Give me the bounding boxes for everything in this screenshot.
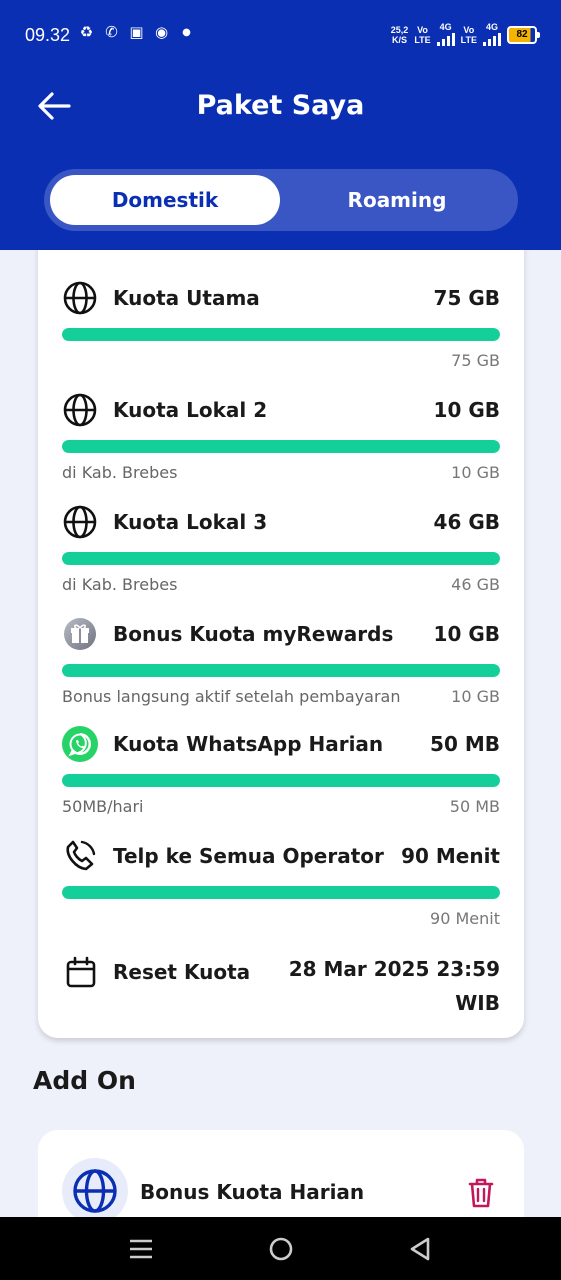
addon-section-title: Add On bbox=[33, 1066, 136, 1095]
status-time: 09.32 bbox=[25, 25, 71, 45]
net-speed-unit: K/S bbox=[392, 35, 408, 45]
quota-remaining: 10 GB bbox=[451, 463, 500, 482]
phone-icon bbox=[66, 840, 96, 871]
sim1-lte: LTE bbox=[414, 35, 431, 45]
quota-subtitle: 50MB/hari bbox=[62, 797, 144, 816]
sim2-signal: 4G bbox=[483, 22, 501, 48]
quota-remaining: 90 Menit bbox=[430, 909, 500, 928]
app-header: 09.32 ♻ ✆ ▣ ◉ ● 25,2 K/S Vo LTE 4G Vo LT… bbox=[0, 0, 561, 250]
quota-name: Kuota Lokal 2 bbox=[113, 398, 268, 422]
quota-name: Telp ke Semua Operator bbox=[113, 844, 384, 868]
quota-remaining: 75 GB bbox=[451, 351, 500, 370]
media-icon: ◉ bbox=[154, 23, 169, 41]
quota-subtitle: Bonus langsung aktif setelah pembayaran bbox=[62, 687, 401, 706]
quota-amount: 46 GB bbox=[433, 510, 500, 534]
net-speed: 25,2 K/S bbox=[391, 25, 409, 45]
trash-icon[interactable] bbox=[466, 1176, 496, 1208]
calendar-icon bbox=[66, 956, 96, 988]
sim1-gen: 4G bbox=[439, 22, 452, 32]
sim2-lte: LTE bbox=[460, 35, 477, 45]
system-nav-bar bbox=[0, 1217, 561, 1280]
signal-icon bbox=[483, 32, 501, 46]
tab-bar: Domestik Roaming bbox=[44, 169, 518, 231]
tab-domestik[interactable]: Domestik bbox=[50, 175, 280, 225]
signal-icon bbox=[436, 32, 455, 46]
quota-subtitle: di Kab. Brebes bbox=[62, 463, 178, 482]
globe-icon bbox=[63, 281, 97, 315]
quota-name: Kuota Utama bbox=[113, 286, 260, 310]
gift-icon bbox=[64, 618, 96, 650]
notification-icons: ♻ ✆ ▣ ◉ ● bbox=[78, 24, 195, 41]
sim1-volte: Vo LTE bbox=[414, 25, 430, 45]
quota-name: Bonus Kuota myRewards bbox=[113, 622, 394, 646]
globe-icon bbox=[73, 1169, 117, 1213]
quota-name: Kuota WhatsApp Harian bbox=[113, 732, 384, 756]
quota-remaining: 46 GB bbox=[451, 575, 500, 594]
quota-remaining: 50 MB bbox=[449, 797, 500, 816]
home-icon[interactable] bbox=[267, 1235, 295, 1263]
quota-amount: 75 GB bbox=[433, 286, 500, 310]
reset-label: Reset Kuota bbox=[113, 960, 251, 984]
sync-icon: ♻ bbox=[79, 23, 94, 41]
quota-remaining: 10 GB bbox=[451, 687, 500, 706]
sim2-volte: Vo LTE bbox=[461, 25, 477, 45]
whatsapp-icon bbox=[62, 726, 98, 762]
dot-icon: ● bbox=[182, 27, 191, 38]
globe-icon bbox=[63, 505, 97, 539]
sim1-signal: 4G bbox=[436, 22, 455, 48]
reset-date: 28 Mar 2025 23:59 WIB bbox=[288, 957, 500, 1015]
quota-progress-bar bbox=[62, 440, 500, 453]
reset-quota-row: Reset Kuota 28 Mar 2025 23:59 WIB bbox=[62, 952, 500, 1022]
quota-amount: 10 GB bbox=[433, 398, 500, 422]
whatsapp-notif-icon: ✆ bbox=[105, 23, 118, 41]
tab-roaming[interactable]: Roaming bbox=[282, 175, 512, 225]
quota-progress-bar bbox=[62, 328, 500, 341]
recent-apps-icon[interactable] bbox=[127, 1235, 155, 1263]
clipboard-icon: ▣ bbox=[129, 23, 144, 41]
status-right: 25,2 K/S Vo LTE 4G Vo LTE 4G 82 bbox=[391, 22, 540, 48]
quota-progress-bar bbox=[62, 552, 500, 565]
sim2-vo: Vo bbox=[463, 25, 475, 35]
quota-name: Kuota Lokal 3 bbox=[113, 510, 268, 534]
quota-progress-bar bbox=[62, 774, 500, 787]
page-title: Paket Saya bbox=[196, 90, 365, 121]
status-bar: 09.32 ♻ ✆ ▣ ◉ ● 25,2 K/S Vo LTE 4G Vo LT… bbox=[0, 0, 561, 70]
quota-card: Kuota Utama 75 GB 75 GB Kuota Lokal 2 10… bbox=[38, 200, 524, 1038]
globe-icon bbox=[63, 393, 97, 427]
quota-amount: 10 GB bbox=[433, 622, 500, 646]
net-speed-value: 25,2 bbox=[390, 25, 409, 35]
quota-progress-bar bbox=[62, 664, 500, 677]
quota-amount: 90 Menit bbox=[401, 844, 500, 868]
quota-progress-bar bbox=[62, 886, 500, 899]
quota-amount: 50 MB bbox=[430, 732, 500, 756]
back-nav-icon[interactable] bbox=[406, 1235, 434, 1263]
battery-icon: 82 bbox=[507, 26, 540, 44]
quota-subtitle: di Kab. Brebes bbox=[62, 575, 178, 594]
addon-name: Bonus Kuota Harian bbox=[140, 1180, 365, 1204]
addon-icon-wrap bbox=[62, 1158, 128, 1224]
sim1-vo: Vo bbox=[417, 25, 428, 35]
sim2-gen: 4G bbox=[485, 22, 498, 32]
